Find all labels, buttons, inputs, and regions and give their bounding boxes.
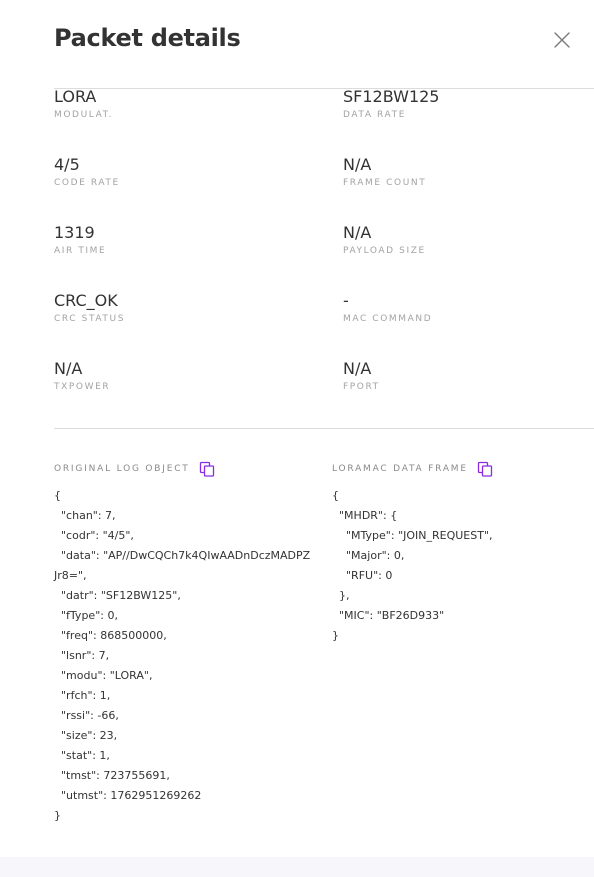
code-line: "datr": "SF12BW125", <box>54 589 181 602</box>
field-value: - <box>343 291 349 310</box>
field-data-rate: SF12BW125 DATA RATE <box>343 87 593 120</box>
code-line: "MHDR": { <box>332 509 398 522</box>
loramac-frame-code: { "MHDR": { "MType": "JOIN_REQUEST", "Ma… <box>332 486 582 646</box>
loramac-frame-header: LORAMAC DATA FRAME <box>332 460 493 478</box>
page-title: Packet details <box>54 24 241 52</box>
code-line: "codr": "4/5", <box>54 529 134 542</box>
original-log-title: ORIGINAL LOG OBJECT <box>54 464 190 474</box>
copy-icon <box>199 461 214 477</box>
field-value: SF12BW125 <box>343 87 440 106</box>
field-value: N/A <box>343 155 372 174</box>
field-value: LORA <box>54 87 97 106</box>
code-line: } <box>54 809 61 822</box>
code-line: "Major": 0, <box>332 549 405 562</box>
field-value: 4/5 <box>54 155 80 174</box>
field-label: MODULAT. <box>54 110 114 120</box>
code-line: "rssi": -66, <box>54 709 119 722</box>
field-label: TXPOWER <box>54 382 111 392</box>
code-line: "lsnr": 7, <box>54 649 110 662</box>
packet-details-panel: Packet details LORA MODULAT. SF12BW125 D… <box>0 0 594 857</box>
field-crc-status: CRC_OK CRC STATUS <box>54 291 304 324</box>
copy-original-log-button[interactable] <box>199 461 215 477</box>
code-line: } <box>332 629 339 642</box>
code-line: "freq": 868500000, <box>54 629 167 642</box>
field-mac-command: - MAC COMMAND <box>343 291 593 324</box>
field-value: N/A <box>343 359 372 378</box>
field-value: CRC_OK <box>54 291 118 310</box>
loramac-frame-title: LORAMAC DATA FRAME <box>332 464 468 474</box>
code-line: "modu": "LORA", <box>54 669 153 682</box>
field-label: FPORT <box>343 382 380 392</box>
code-line: "data": "AP//DwCQCh7k4QIwAADnDczMADPZ <box>54 549 311 562</box>
field-frame-count: N/A FRAME COUNT <box>343 155 593 188</box>
code-line: "utmst": 1762951269262 <box>54 789 202 802</box>
field-value: N/A <box>343 223 372 242</box>
code-line: "RFU": 0 <box>332 569 393 582</box>
code-line: { <box>54 489 61 502</box>
code-line: "MType": "JOIN_REQUEST", <box>332 529 493 542</box>
code-line: "fType": 0, <box>54 609 118 622</box>
field-value: N/A <box>54 359 83 378</box>
field-value: 1319 <box>54 223 95 242</box>
field-label: CODE RATE <box>54 178 120 188</box>
code-line: { <box>332 489 339 502</box>
field-label: AIR TIME <box>54 246 107 256</box>
code-line: "size": 23, <box>54 729 118 742</box>
copy-loramac-frame-button[interactable] <box>477 461 493 477</box>
section-divider <box>54 428 594 429</box>
code-line: "tmst": 723755691, <box>54 769 170 782</box>
field-air-time: 1319 AIR TIME <box>54 223 304 256</box>
close-icon <box>554 32 570 48</box>
field-payload-size: N/A PAYLOAD SIZE <box>343 223 593 256</box>
field-modulation: LORA MODULAT. <box>54 87 304 120</box>
field-fport: N/A FPORT <box>343 359 593 392</box>
code-line: }, <box>332 589 350 602</box>
field-code-rate: 4/5 CODE RATE <box>54 155 304 188</box>
field-label: CRC STATUS <box>54 314 126 324</box>
field-label: FRAME COUNT <box>343 178 427 188</box>
copy-icon <box>477 461 493 477</box>
original-log-code: { "chan": 7, "codr": "4/5", "data": "AP/… <box>54 486 324 826</box>
code-line: "rfch": 1, <box>54 689 111 702</box>
code-line: Jr8=", <box>54 569 87 582</box>
code-line: "stat": 1, <box>54 749 110 762</box>
field-label: DATA RATE <box>343 110 406 120</box>
original-log-header: ORIGINAL LOG OBJECT <box>54 460 215 478</box>
field-label: MAC COMMAND <box>343 314 433 324</box>
code-line: "MIC": "BF26D933" <box>332 609 445 622</box>
code-line: "chan": 7, <box>54 509 116 522</box>
close-button[interactable] <box>550 28 574 52</box>
field-txpower: N/A TXPOWER <box>54 359 304 392</box>
field-label: PAYLOAD SIZE <box>343 246 426 256</box>
